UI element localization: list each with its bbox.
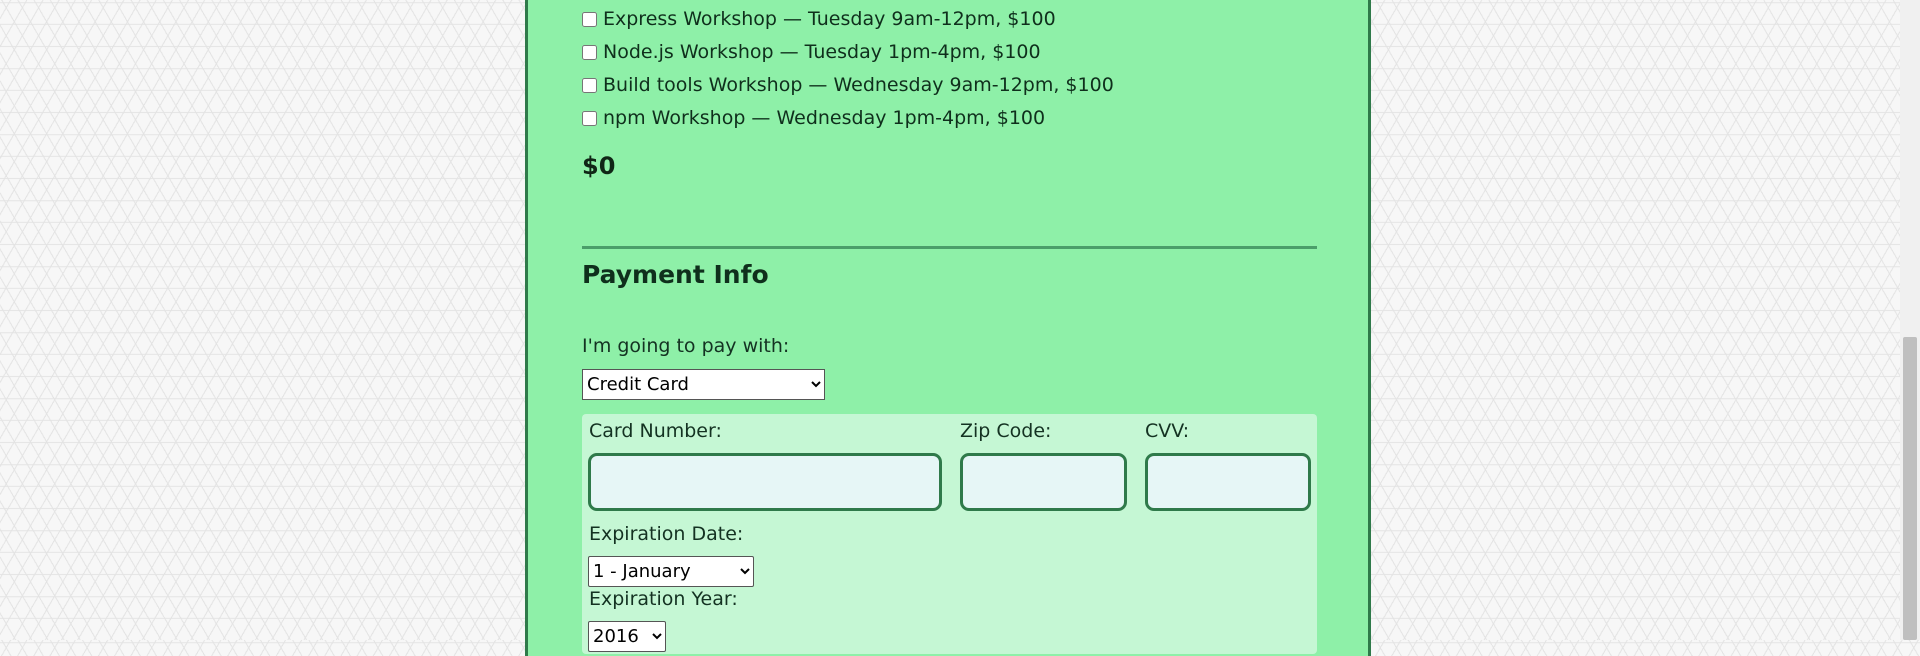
- card-number-input[interactable]: [588, 453, 942, 511]
- workshop-checkbox-npm[interactable]: [582, 110, 597, 126]
- workshop-checkbox-express[interactable]: [582, 11, 597, 27]
- section-divider: [582, 246, 1317, 249]
- payment-section-title: Payment Info: [582, 260, 769, 289]
- workshop-label: Build tools Workshop — Wednesday 9am-12p…: [603, 74, 1114, 96]
- expiration-month-select[interactable]: 1 - January: [588, 556, 754, 587]
- workshop-option-npm[interactable]: npm Workshop — Wednesday 1pm-4pm, $100: [582, 107, 1045, 129]
- workshop-label: Express Workshop — Tuesday 9am-12pm, $10…: [603, 8, 1056, 30]
- workshop-checkbox-build-tools[interactable]: [582, 77, 597, 93]
- cvv-input[interactable]: [1145, 453, 1311, 511]
- zip-code-input[interactable]: [960, 453, 1127, 511]
- cvv-label: CVV:: [1145, 420, 1190, 442]
- workshop-label: Node.js Workshop — Tuesday 1pm-4pm, $100: [603, 41, 1041, 63]
- payment-method-label: I'm going to pay with:: [582, 335, 790, 357]
- expiration-year-label: Expiration Year:: [589, 588, 738, 610]
- workshop-label: npm Workshop — Wednesday 1pm-4pm, $100: [603, 107, 1046, 129]
- workshop-option-node[interactable]: Node.js Workshop — Tuesday 1pm-4pm, $100: [582, 41, 1041, 63]
- scrollbar-thumb[interactable]: [1903, 337, 1917, 640]
- expiration-year-select[interactable]: 2016: [588, 621, 666, 652]
- zip-code-label: Zip Code:: [960, 420, 1052, 442]
- workshop-option-build-tools[interactable]: Build tools Workshop — Wednesday 9am-12p…: [582, 74, 1114, 96]
- total-cost: $0: [582, 152, 616, 180]
- expiration-date-label: Expiration Date:: [589, 523, 744, 545]
- payment-method-select[interactable]: Credit Card: [582, 369, 825, 400]
- card-number-label: Card Number:: [589, 420, 722, 442]
- workshop-option-express[interactable]: Express Workshop — Tuesday 9am-12pm, $10…: [582, 8, 1056, 30]
- workshop-checkbox-node[interactable]: [582, 44, 597, 60]
